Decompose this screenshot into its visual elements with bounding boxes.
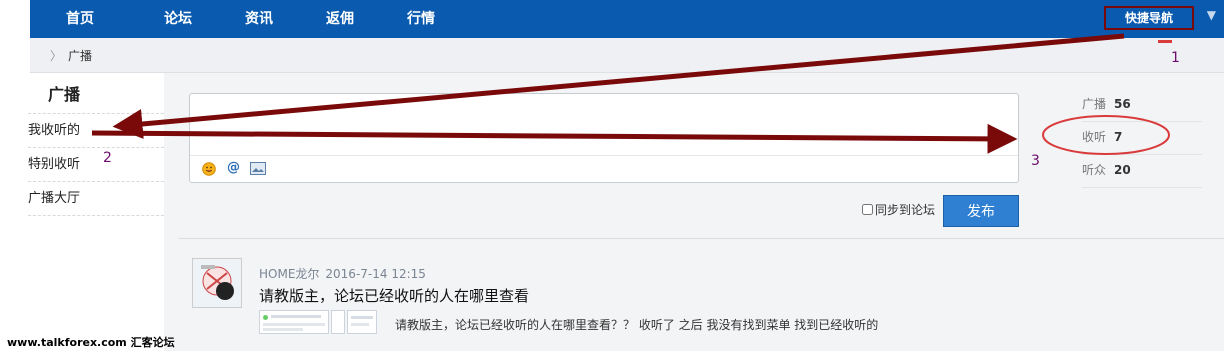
stats-panel: 广播 56 收听 7 听众 20 <box>1082 89 1202 188</box>
stat-label: 收听 <box>1082 130 1107 144</box>
sync-checkbox[interactable] <box>862 204 873 215</box>
breadcrumb: 〉广播 <box>50 47 92 64</box>
nav-forum[interactable]: 论坛 <box>164 0 192 38</box>
sync-to-forum[interactable]: 同步到论坛 <box>862 201 935 218</box>
thumbnail-image[interactable] <box>259 310 329 334</box>
composer-textarea[interactable] <box>190 94 1018 156</box>
sidebar-item-following[interactable]: 我收听的 <box>28 113 164 147</box>
nav-rebate[interactable]: 返佣 <box>326 0 354 38</box>
quick-nav-button[interactable]: 快捷导航 <box>1104 6 1194 30</box>
post-title[interactable]: 请教版主，论坛已经收听的人在哪里查看 <box>259 285 529 306</box>
nav-news[interactable]: 资讯 <box>245 0 273 38</box>
quick-nav-label: 快捷导航 <box>1124 11 1173 25</box>
stat-value: 7 <box>1114 130 1123 144</box>
chevron-down-icon[interactable]: ▼ <box>1207 8 1216 22</box>
thumbnail-image[interactable] <box>331 310 345 334</box>
stat-label: 广播 <box>1082 97 1107 111</box>
post-excerpt: 请教版主，论坛已经收听的人在哪里查看？？ 收听了 之后 我没有找到菜单 找到已经… <box>395 318 879 332</box>
composer-toolbar: @ <box>190 155 1018 182</box>
sidebar-item-broadcast-hall[interactable]: 广播大厅 <box>28 181 164 216</box>
stat-value: 20 <box>1114 163 1131 177</box>
divider <box>179 238 1224 239</box>
composer-box: @ <box>189 93 1019 183</box>
sidebar-title: 广播 <box>48 85 81 104</box>
breadcrumb-current[interactable]: 广播 <box>68 49 92 63</box>
avatar[interactable] <box>192 258 242 308</box>
stat-followers[interactable]: 听众 20 <box>1082 155 1202 188</box>
sidebar: 广播 我收听的 特别收听 广播大厅 <box>28 73 165 351</box>
sidebar-menu: 我收听的 特别收听 广播大厅 <box>28 113 164 216</box>
annotation-label-1: 1 <box>1171 50 1180 66</box>
stat-broadcasts[interactable]: 广播 56 <box>1082 89 1202 122</box>
smiley-icon[interactable] <box>202 162 216 180</box>
post-thumbnails[interactable] <box>259 310 377 334</box>
breadcrumb-bar: 〉广播 <box>30 38 1224 73</box>
at-icon[interactable]: @ <box>227 160 240 175</box>
top-nav-bar: 首页 论坛 资讯 返佣 行情 快捷导航 ▼ <box>30 0 1224 38</box>
stat-following[interactable]: 收听 7 <box>1082 122 1202 155</box>
sync-label: 同步到论坛 <box>875 203 936 217</box>
nav-market[interactable]: 行情 <box>407 0 435 38</box>
stat-value: 56 <box>1114 97 1131 111</box>
nav-home[interactable]: 首页 <box>66 0 94 38</box>
sidebar-item-special-following[interactable]: 特别收听 <box>28 147 164 181</box>
main-content: @ 同步到论坛 发布 广播 56 收听 7 听众 20 HOME龙尔 2016-7-14… <box>164 73 1224 351</box>
annotation-label-2: 2 <box>103 150 112 166</box>
post-meta: HOME龙尔 2016-7-14 12:15 <box>259 265 426 282</box>
post-button[interactable]: 发布 <box>943 195 1019 227</box>
breadcrumb-separator: 〉 <box>50 49 63 63</box>
stat-label: 听众 <box>1082 163 1107 177</box>
annotation-label-3: 3 <box>1031 153 1040 169</box>
post-time: 2016-7-14 12:15 <box>325 267 426 281</box>
thumbnail-image[interactable] <box>347 310 377 334</box>
feed-item: HOME龙尔 2016-7-14 12:15 请教版主，论坛已经收听的人在哪里查看… <box>192 258 1192 348</box>
image-icon[interactable] <box>250 162 266 179</box>
watermark: www.talkforex.com 汇客论坛 <box>7 336 175 349</box>
post-author[interactable]: HOME龙尔 <box>259 267 319 281</box>
